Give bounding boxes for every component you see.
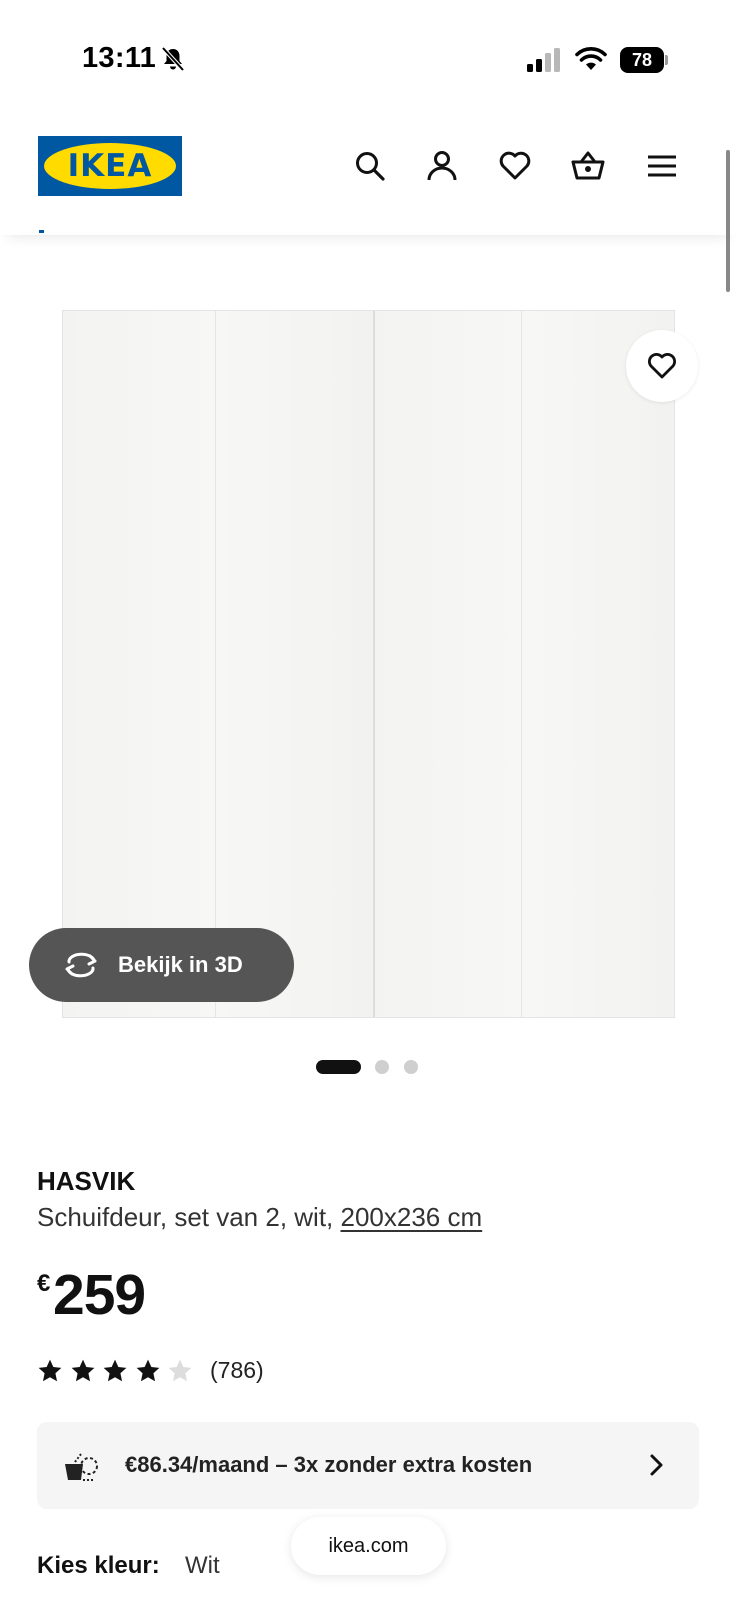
sliding-door-right bbox=[375, 311, 674, 1017]
carousel-dot[interactable] bbox=[375, 1060, 389, 1074]
star-empty-icon bbox=[168, 1359, 192, 1382]
star-filled-icon bbox=[71, 1359, 94, 1382]
search-button[interactable] bbox=[350, 146, 390, 186]
signal-icon bbox=[527, 48, 560, 72]
review-count: (786) bbox=[210, 1357, 264, 1383]
status-bar: 13:11 78 bbox=[0, 0, 736, 110]
bell-slash-icon bbox=[161, 46, 185, 72]
rotate-3d-icon bbox=[65, 952, 97, 978]
account-button[interactable] bbox=[422, 146, 462, 186]
logo-text: IKEA bbox=[67, 148, 153, 184]
color-select-value[interactable]: Wit bbox=[185, 1552, 220, 1580]
menu-button[interactable] bbox=[642, 146, 682, 186]
carousel-dot[interactable] bbox=[404, 1060, 418, 1074]
basket-button[interactable] bbox=[568, 146, 608, 186]
product-description-text: Schuifdeur, set van 2, wit, bbox=[37, 1202, 341, 1232]
site-header: IKEA bbox=[0, 110, 736, 235]
ikea-logo[interactable]: IKEA bbox=[38, 136, 182, 196]
battery-icon: 78 bbox=[620, 47, 668, 73]
carousel-indicator bbox=[316, 1059, 426, 1075]
price-currency: € bbox=[37, 1270, 51, 1297]
heart-icon bbox=[648, 353, 676, 379]
header-accent bbox=[39, 230, 44, 233]
view-in-3d-label: Bekijk in 3D bbox=[118, 952, 243, 977]
menu-icon bbox=[648, 155, 676, 177]
heart-icon bbox=[499, 151, 531, 180]
installment-icon bbox=[65, 1453, 98, 1481]
star-filled-icon bbox=[38, 1359, 62, 1382]
product-description: Schuifdeur, set van 2, wit, 200x236 cm bbox=[37, 1202, 482, 1233]
product-name: HASVIK bbox=[37, 1166, 136, 1196]
view-in-3d-button[interactable]: Bekijk in 3D bbox=[29, 928, 294, 1002]
installment-banner[interactable]: €86.34/maand – 3x zonder extra kosten bbox=[37, 1422, 699, 1509]
status-time: 13:11 bbox=[82, 42, 157, 74]
add-to-favourites-button[interactable] bbox=[626, 330, 698, 402]
installment-text: €86.34/maand – 3x zonder extra kosten bbox=[125, 1452, 533, 1477]
carousel-dot-active[interactable] bbox=[316, 1060, 361, 1074]
price-value: 259 bbox=[53, 1263, 146, 1327]
search-icon bbox=[356, 152, 385, 181]
door-groove bbox=[215, 311, 216, 1017]
star-filled-icon bbox=[103, 1359, 127, 1382]
favourites-button[interactable] bbox=[495, 146, 535, 186]
account-icon bbox=[427, 151, 457, 181]
battery-tip bbox=[665, 55, 668, 65]
wifi-icon bbox=[575, 47, 607, 70]
product-image bbox=[62, 310, 675, 1018]
door-groove bbox=[521, 311, 522, 1017]
color-select-label: Kies kleur: bbox=[37, 1552, 160, 1579]
scroll-indicator[interactable] bbox=[726, 150, 730, 292]
product-dimensions-link[interactable]: 200x236 cm bbox=[341, 1202, 483, 1232]
browser-url-bar[interactable]: ikea.com bbox=[291, 1517, 446, 1575]
battery-level: 78 bbox=[620, 47, 664, 73]
product-gallery[interactable]: Bekijk in 3D bbox=[0, 280, 736, 1050]
basket-icon bbox=[571, 151, 605, 180]
chevron-right-icon bbox=[650, 1454, 663, 1476]
star-filled-icon bbox=[136, 1359, 159, 1382]
sliding-door-left bbox=[63, 311, 375, 1017]
product-rating[interactable]: (786) bbox=[37, 1356, 297, 1386]
